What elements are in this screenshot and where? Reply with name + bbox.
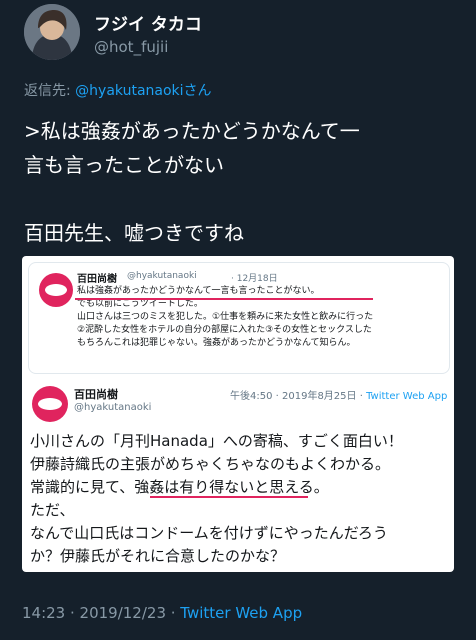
quoted-tweet-body: 私は強姦があったかどうかなんて一言も言ったことがない。 でも以前にこうツイートし… <box>77 286 374 348</box>
avatar[interactable] <box>24 4 80 60</box>
tweet-timestamp[interactable]: 14:23 · 2019/12/23 · <box>22 604 180 622</box>
quoted-tweet-handle: @hyakutanaoki <box>127 271 197 281</box>
tweet-source-link[interactable]: Twitter Web App <box>180 604 302 622</box>
tweet-footer: 14:23 · 2019/12/23 · Twitter Web App <box>22 604 302 622</box>
author-handle[interactable]: @hot_fujii <box>94 38 168 56</box>
reply-to-account-link[interactable]: @hyakutanaoki <box>75 83 183 99</box>
author-display-name[interactable]: フジイ タカコ <box>94 10 202 35</box>
reply-to-line: 返信先: @hyakutanaokiさん <box>24 80 212 100</box>
quoted-tweet-avatar <box>39 273 73 307</box>
tweet-text: >私は強姦があったかどうかなんて一 言も言ったことがない 百田先生、嘘つきですね <box>24 119 360 245</box>
embedded-tweet-avatar <box>32 386 68 422</box>
embedded-tweet-underline <box>150 496 308 498</box>
embedded-tweet-handle: @hyakutanaoki <box>74 402 152 413</box>
quoted-tweet-date: · 12月18日 <box>231 274 278 284</box>
embedded-tweet-name: 百田尚樹 <box>74 388 118 401</box>
reply-to-suffix: さん <box>183 83 212 99</box>
reply-to-prefix: 返信先: <box>24 83 76 99</box>
quoted-tweet-card: 百田尚樹 @hyakutanaoki · 12月18日 私は強姦があったかどうか… <box>28 262 450 374</box>
embedded-tweet-source: Twitter Web App <box>366 391 448 402</box>
embedded-screenshot: 百田尚樹 @hyakutanaoki · 12月18日 私は強姦があったかどうか… <box>22 256 454 572</box>
quoted-tweet-name: 百田尚樹 <box>77 274 117 285</box>
quoted-tweet-underline <box>75 298 373 300</box>
embedded-tweet-body: 小川さんの「月刊Hanada」への寄稿、すごく面白い！ 伊藤詩織氏の主張がめちゃ… <box>30 432 403 565</box>
embedded-tweet-time: 午後4:50 · 2019年8月25日 · <box>230 391 367 402</box>
embedded-tweet-meta: 午後4:50 · 2019年8月25日 · Twitter Web App <box>230 387 447 402</box>
